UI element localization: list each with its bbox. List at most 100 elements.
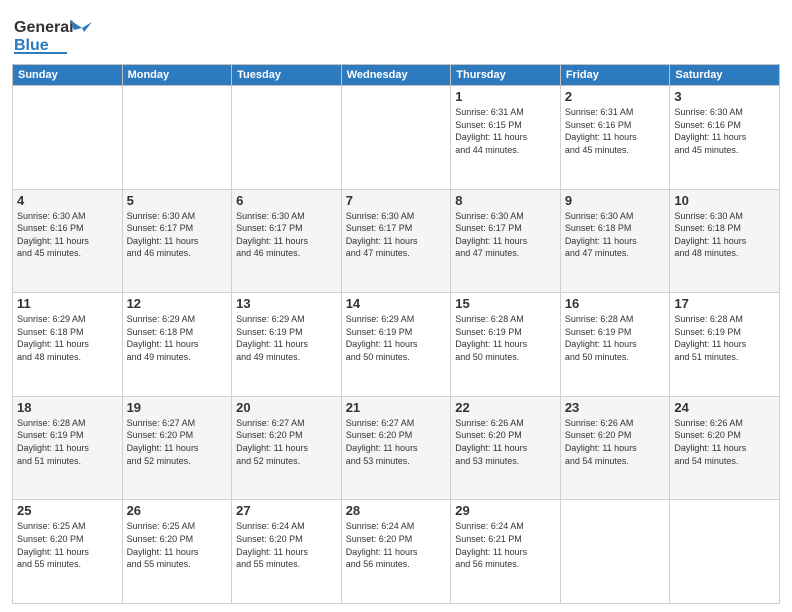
calendar-cell: 11Sunrise: 6:29 AM Sunset: 6:18 PM Dayli… <box>13 293 123 397</box>
day-info: Sunrise: 6:25 AM Sunset: 6:20 PM Dayligh… <box>127 520 228 570</box>
day-number: 26 <box>127 503 228 518</box>
day-number: 3 <box>674 89 775 104</box>
calendar-cell: 26 Sunrise: 6:25 AM Sunset: 6:20 PM Dayli… <box>122 500 232 604</box>
day-number: 5 <box>127 193 228 208</box>
day-info: Sunrise: 6:29 AM Sunset: 6:19 PM Dayligh… <box>236 313 337 363</box>
calendar-table: SundayMondayTuesdayWednesdayThursdayFrid… <box>12 64 780 604</box>
day-info: Sunrise: 6:30 AM Sunset: 6:18 PM Dayligh… <box>674 210 775 260</box>
day-number: 16 <box>565 296 666 311</box>
day-number: 12 <box>127 296 228 311</box>
day-number: 4 <box>17 193 118 208</box>
day-info: Sunrise: 6:28 AM Sunset: 6:19 PM Dayligh… <box>455 313 556 363</box>
calendar-cell: 17 Sunrise: 6:28 AM Sunset: 6:19 PM Dayli… <box>670 293 780 397</box>
day-info: Sunrise: 6:28 AM Sunset: 6:19 PM Dayligh… <box>17 417 118 467</box>
calendar-cell: 16 Sunrise: 6:28 AM Sunset: 6:19 PM Dayli… <box>560 293 670 397</box>
day-number: 21 <box>346 400 447 415</box>
calendar-cell: 2 Sunrise: 6:31 AM Sunset: 6:16 PM Daylig… <box>560 86 670 190</box>
weekday-header: Thursday <box>451 65 561 86</box>
calendar-cell: 1Sunrise: 6:31 AM Sunset: 6:15 PM Daylig… <box>451 86 561 190</box>
calendar-cell: 9 Sunrise: 6:30 AM Sunset: 6:18 PM Daylig… <box>560 189 670 293</box>
calendar-cell: 3 Sunrise: 6:30 AM Sunset: 6:16 PM Daylig… <box>670 86 780 190</box>
calendar-cell: 20Sunrise: 6:27 AM Sunset: 6:20 PM Dayli… <box>232 396 342 500</box>
day-number: 6 <box>236 193 337 208</box>
day-number: 25 <box>17 503 118 518</box>
calendar-cell: 5 Sunrise: 6:30 AM Sunset: 6:17 PM Daylig… <box>122 189 232 293</box>
calendar-cell: 15Sunrise: 6:28 AM Sunset: 6:19 PM Dayli… <box>451 293 561 397</box>
day-number: 22 <box>455 400 556 415</box>
calendar-week-row: 1Sunrise: 6:31 AM Sunset: 6:15 PM Daylig… <box>13 86 780 190</box>
day-info: Sunrise: 6:30 AM Sunset: 6:17 PM Dayligh… <box>455 210 556 260</box>
weekday-header: Monday <box>122 65 232 86</box>
calendar-cell: 21 Sunrise: 6:27 AM Sunset: 6:20 PM Dayli… <box>341 396 451 500</box>
day-number: 10 <box>674 193 775 208</box>
calendar-cell: 13 Sunrise: 6:29 AM Sunset: 6:19 PM Dayli… <box>232 293 342 397</box>
header-row: SundayMondayTuesdayWednesdayThursdayFrid… <box>13 65 780 86</box>
day-info: Sunrise: 6:29 AM Sunset: 6:18 PM Dayligh… <box>127 313 228 363</box>
calendar-cell: 14 Sunrise: 6:29 AM Sunset: 6:19 PM Dayli… <box>341 293 451 397</box>
day-number: 17 <box>674 296 775 311</box>
calendar-cell: 27Sunrise: 6:24 AM Sunset: 6:20 PM Dayli… <box>232 500 342 604</box>
day-number: 23 <box>565 400 666 415</box>
day-info: Sunrise: 6:30 AM Sunset: 6:16 PM Dayligh… <box>674 106 775 156</box>
day-info: Sunrise: 6:27 AM Sunset: 6:20 PM Dayligh… <box>127 417 228 467</box>
day-info: Sunrise: 6:24 AM Sunset: 6:21 PM Dayligh… <box>455 520 556 570</box>
day-number: 11 <box>17 296 118 311</box>
day-number: 14 <box>346 296 447 311</box>
day-info: Sunrise: 6:26 AM Sunset: 6:20 PM Dayligh… <box>455 417 556 467</box>
calendar-cell: 23Sunrise: 6:26 AM Sunset: 6:20 PM Dayli… <box>560 396 670 500</box>
calendar-cell: 28 Sunrise: 6:24 AM Sunset: 6:20 PM Dayli… <box>341 500 451 604</box>
calendar-cell: 4Sunrise: 6:30 AM Sunset: 6:16 PM Daylig… <box>13 189 123 293</box>
day-number: 2 <box>565 89 666 104</box>
logo: General Blue <box>12 10 97 60</box>
day-number: 8 <box>455 193 556 208</box>
day-info: Sunrise: 6:28 AM Sunset: 6:19 PM Dayligh… <box>565 313 666 363</box>
calendar-week-row: 18 Sunrise: 6:28 AM Sunset: 6:19 PM Dayli… <box>13 396 780 500</box>
day-number: 28 <box>346 503 447 518</box>
calendar-cell: 22 Sunrise: 6:26 AM Sunset: 6:20 PM Dayli… <box>451 396 561 500</box>
calendar-cell: 8 Sunrise: 6:30 AM Sunset: 6:17 PM Daylig… <box>451 189 561 293</box>
calendar-cell: 12 Sunrise: 6:29 AM Sunset: 6:18 PM Dayli… <box>122 293 232 397</box>
calendar-cell <box>670 500 780 604</box>
day-number: 9 <box>565 193 666 208</box>
weekday-header: Tuesday <box>232 65 342 86</box>
day-info: Sunrise: 6:27 AM Sunset: 6:20 PM Dayligh… <box>346 417 447 467</box>
calendar-cell: 25 Sunrise: 6:25 AM Sunset: 6:20 PM Dayli… <box>13 500 123 604</box>
calendar-cell: 24 Sunrise: 6:26 AM Sunset: 6:20 PM Dayli… <box>670 396 780 500</box>
day-info: Sunrise: 6:26 AM Sunset: 6:20 PM Dayligh… <box>674 417 775 467</box>
day-info: Sunrise: 6:31 AM Sunset: 6:16 PM Dayligh… <box>565 106 666 156</box>
weekday-header: Sunday <box>13 65 123 86</box>
calendar-cell <box>122 86 232 190</box>
day-info: Sunrise: 6:28 AM Sunset: 6:19 PM Dayligh… <box>674 313 775 363</box>
day-number: 27 <box>236 503 337 518</box>
day-number: 24 <box>674 400 775 415</box>
calendar-cell: 7 Sunrise: 6:30 AM Sunset: 6:17 PM Daylig… <box>341 189 451 293</box>
day-number: 29 <box>455 503 556 518</box>
calendar-cell <box>13 86 123 190</box>
day-number: 13 <box>236 296 337 311</box>
svg-text:General: General <box>14 19 74 36</box>
calendar-cell: 6Sunrise: 6:30 AM Sunset: 6:17 PM Daylig… <box>232 189 342 293</box>
calendar-cell <box>341 86 451 190</box>
calendar-cell: 18 Sunrise: 6:28 AM Sunset: 6:19 PM Dayli… <box>13 396 123 500</box>
logo-svg: General Blue <box>12 10 97 60</box>
day-info: Sunrise: 6:30 AM Sunset: 6:17 PM Dayligh… <box>127 210 228 260</box>
day-info: Sunrise: 6:30 AM Sunset: 6:17 PM Dayligh… <box>346 210 447 260</box>
day-info: Sunrise: 6:31 AM Sunset: 6:15 PM Dayligh… <box>455 106 556 156</box>
day-info: Sunrise: 6:25 AM Sunset: 6:20 PM Dayligh… <box>17 520 118 570</box>
calendar-week-row: 25 Sunrise: 6:25 AM Sunset: 6:20 PM Dayli… <box>13 500 780 604</box>
weekday-header: Wednesday <box>341 65 451 86</box>
calendar-cell <box>232 86 342 190</box>
svg-text:Blue: Blue <box>14 37 49 54</box>
calendar-week-row: 11 Sunrise: 6:29 AM Sunset: 6:18 PM Dayli… <box>13 293 780 397</box>
day-number: 18 <box>17 400 118 415</box>
calendar-week-row: 4Sunrise: 6:30 AM Sunset: 6:16 PM Daylig… <box>13 189 780 293</box>
day-info: Sunrise: 6:30 AM Sunset: 6:18 PM Dayligh… <box>565 210 666 260</box>
calendar-cell <box>560 500 670 604</box>
calendar-cell: 19Sunrise: 6:27 AM Sunset: 6:20 PM Dayli… <box>122 396 232 500</box>
day-info: Sunrise: 6:29 AM Sunset: 6:19 PM Dayligh… <box>346 313 447 363</box>
day-number: 20 <box>236 400 337 415</box>
weekday-header: Saturday <box>670 65 780 86</box>
calendar-cell: 10 Sunrise: 6:30 AM Sunset: 6:18 PM Dayli… <box>670 189 780 293</box>
day-info: Sunrise: 6:24 AM Sunset: 6:20 PM Dayligh… <box>346 520 447 570</box>
day-number: 7 <box>346 193 447 208</box>
